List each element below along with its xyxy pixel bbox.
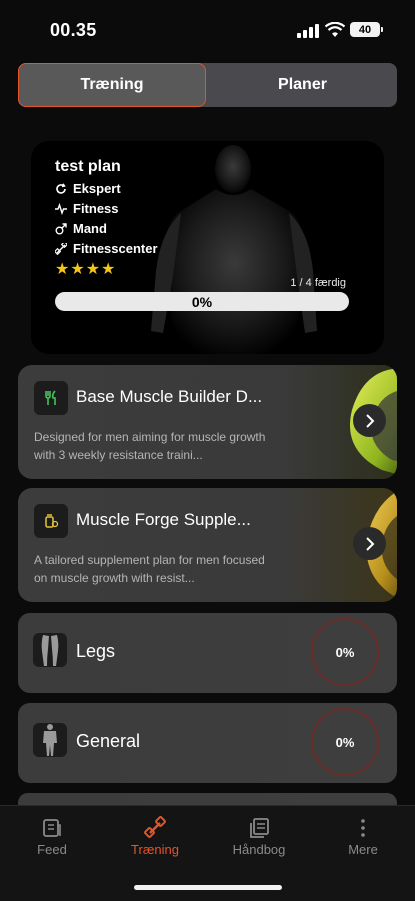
tab-label: Mere xyxy=(348,842,378,857)
plan-attribute: Mand xyxy=(55,221,107,236)
plan-attribute: Fitness xyxy=(55,201,119,216)
plan-attribute: Ekspert xyxy=(55,181,121,196)
workout-title: General xyxy=(76,731,141,751)
progress-percent: 0% xyxy=(191,293,213,310)
supplement-plan-description: A tailored supplement plan for men focus… xyxy=(34,553,265,585)
tab-training-nav[interactable]: Træning xyxy=(110,816,200,857)
wifi-icon xyxy=(325,22,345,37)
progress-count: 1 / 4 færdig xyxy=(290,277,346,289)
workout-progress-ring: 0% xyxy=(311,708,379,776)
status-time: 00.35 xyxy=(50,20,97,40)
plan-gender: Mand xyxy=(73,221,107,236)
tab-more[interactable]: Mere xyxy=(318,816,408,857)
diet-plan-card[interactable]: Base Muscle Builder D... Designed for me… xyxy=(18,365,397,479)
plan-card[interactable]: test plan Ekspert Fitness Mand Fitnessce… xyxy=(31,141,384,354)
pill-bottle-icon xyxy=(34,504,68,538)
home-indicator xyxy=(134,885,282,890)
refresh-icon xyxy=(55,182,67,195)
diet-plan-description: Designed for men aiming for muscle growt… xyxy=(34,430,266,462)
tab-label: Feed xyxy=(37,842,67,857)
pulse-icon xyxy=(55,202,67,215)
workout-card-general[interactable]: General 0% xyxy=(18,703,397,783)
more-icon xyxy=(361,819,365,837)
tab-handbook[interactable]: Håndbog xyxy=(214,816,304,857)
tab-feed[interactable]: Feed xyxy=(7,816,97,857)
tab-label: Træning xyxy=(131,842,179,857)
legs-muscle-icon xyxy=(33,633,67,667)
segmented-control: Træning Planer xyxy=(18,63,397,107)
tab-plans[interactable]: Planer xyxy=(208,63,397,107)
workout-title: Legs xyxy=(76,641,116,661)
rating-stars: ★★★★ xyxy=(55,261,117,278)
battery-icon: 40 xyxy=(350,22,383,37)
workout-card-legs[interactable]: Legs 0% xyxy=(18,613,397,693)
plan-goal: Fitness xyxy=(73,201,119,216)
supplement-plan-title: Muscle Forge Supple... xyxy=(76,510,251,529)
supplement-plan-card[interactable]: Muscle Forge Supple... A tailored supple… xyxy=(18,488,397,602)
plan-location: Fitnesscenter xyxy=(73,241,158,256)
tab-label: Håndbog xyxy=(232,842,286,857)
body-muscle-icon xyxy=(33,723,67,757)
feed-icon xyxy=(43,819,61,837)
chevron-right-icon[interactable] xyxy=(353,527,386,560)
workout-progress-ring: 0% xyxy=(311,618,379,686)
signal-icon xyxy=(297,24,319,38)
male-icon xyxy=(55,222,67,235)
book-icon xyxy=(250,818,269,838)
plan-attribute: Fitnesscenter xyxy=(55,241,158,256)
chevron-right-icon[interactable] xyxy=(353,404,386,437)
progress-bar: 0% xyxy=(55,292,349,311)
dumbbell-icon xyxy=(55,242,67,255)
utensils-icon xyxy=(34,381,68,415)
plan-level: Ekspert xyxy=(73,181,121,196)
dumbbell-icon xyxy=(144,816,166,838)
diet-plan-title: Base Muscle Builder D... xyxy=(76,387,263,406)
tab-training[interactable]: Træning xyxy=(18,63,206,107)
plan-title: test plan xyxy=(55,158,121,175)
